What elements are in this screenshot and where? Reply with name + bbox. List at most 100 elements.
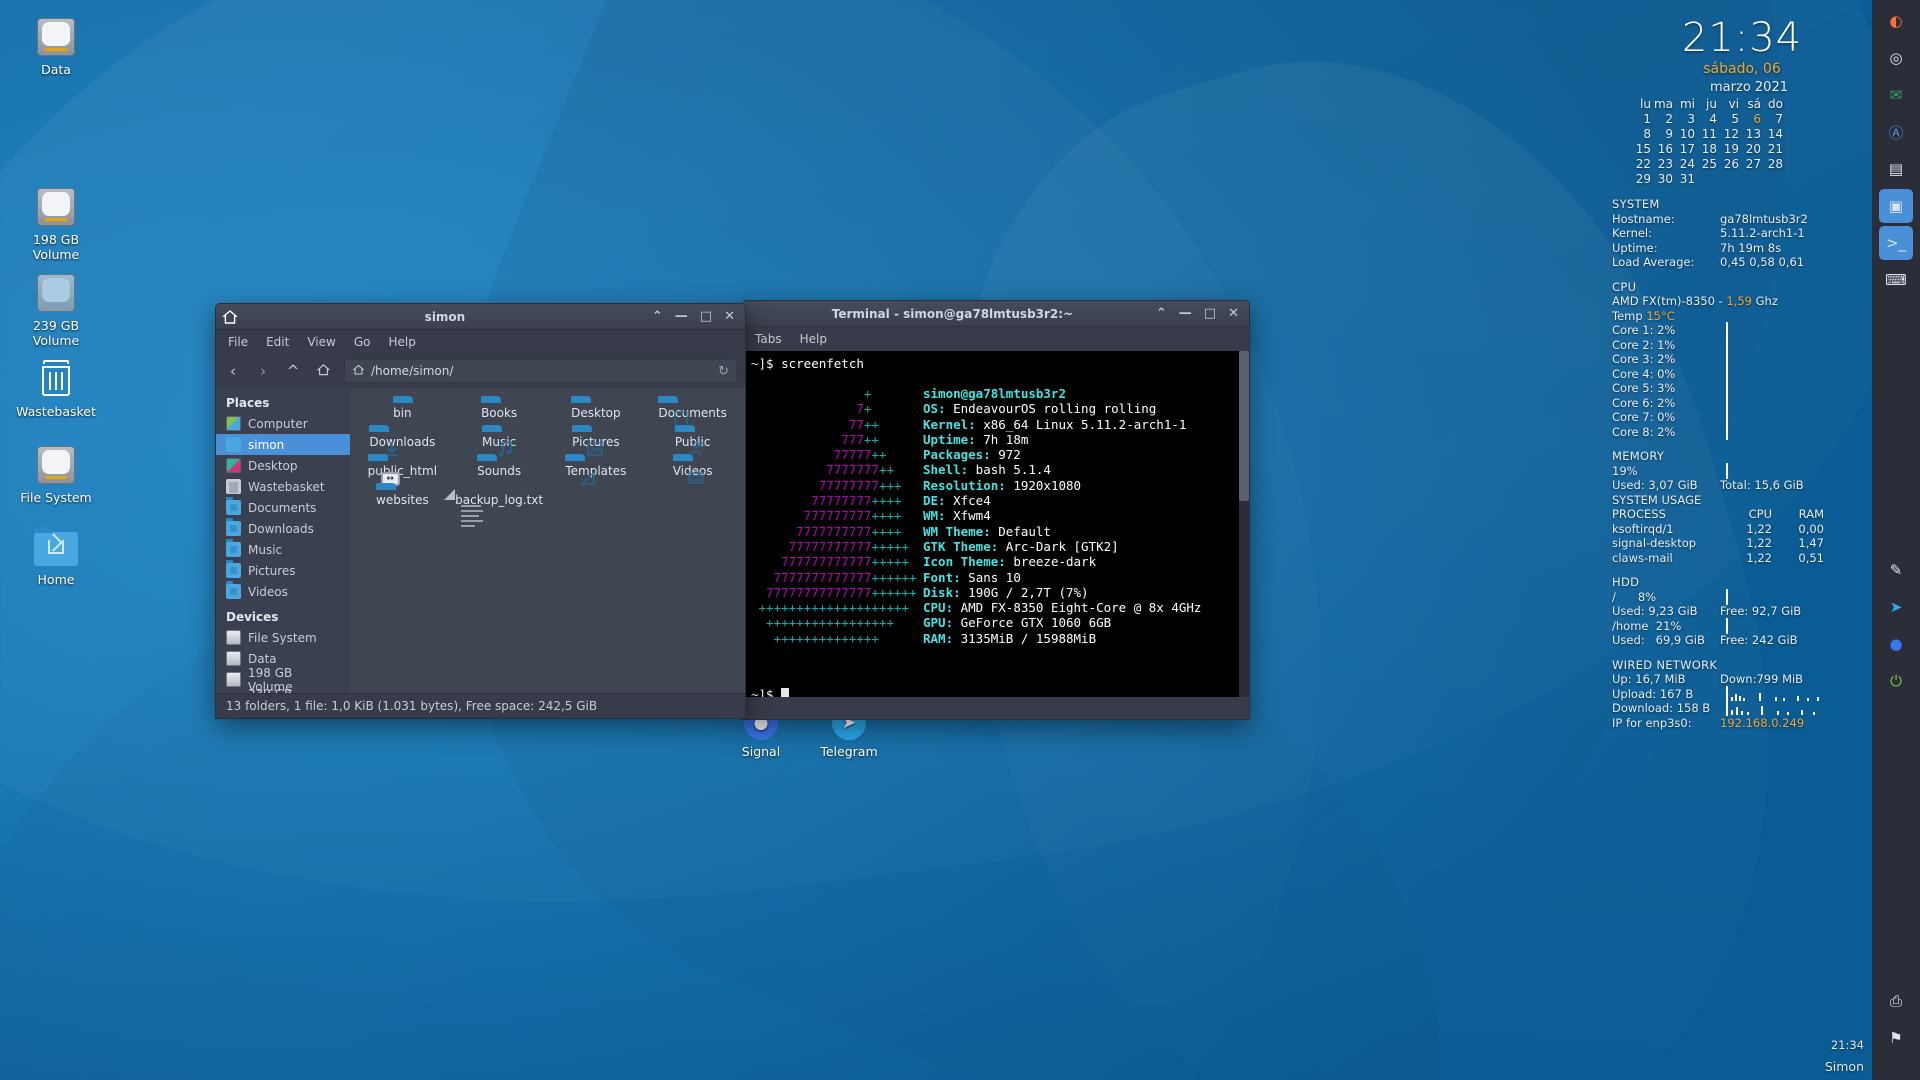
file-item-websites[interactable]: websites	[354, 483, 451, 510]
conky-network-header: WIRED NETWORK	[1612, 657, 1718, 672]
sidebar-item-videos[interactable]: Videos	[216, 581, 350, 602]
desktop-icon-home[interactable]: Home	[2, 527, 110, 587]
file-item-desktop[interactable]: Desktop	[548, 396, 645, 423]
file-manager-pathbar[interactable]: ‹ › ^ /home/simon/ ↻	[216, 354, 745, 388]
forward-icon[interactable]: ›	[254, 362, 272, 380]
conky-memory-usage: Used: 3,07 GiB Total: 15,6 GiB	[1612, 478, 1872, 493]
file-label: websites	[376, 493, 429, 507]
maximize-icon[interactable]: □	[1204, 307, 1216, 320]
parent-icon[interactable]: ^	[284, 362, 302, 380]
reload-icon[interactable]: ↻	[718, 364, 729, 379]
notes-icon[interactable]: ▤	[1879, 152, 1913, 186]
telegram-dock-icon[interactable]: ➤	[1879, 590, 1913, 624]
file-manager-sidebar[interactable]: Places Computer simon Desktop Wastebaske…	[216, 388, 350, 693]
file-item-downloads[interactable]: Downloads	[354, 425, 451, 456]
desktop-icon-filesystem[interactable]: File System	[2, 446, 110, 505]
value: 0,45 0,58 0,61	[1720, 255, 1805, 269]
sidebar-item-documents[interactable]: Documents	[216, 497, 350, 518]
menu-tabs[interactable]: Tabs	[755, 332, 782, 346]
signal-dock-icon[interactable]: ●	[1879, 627, 1913, 661]
terminal2-icon[interactable]: ⌨	[1879, 263, 1913, 297]
terminal-output[interactable]: ~]$ screenfetch + 7+ 77++ 777++ 77777++ …	[743, 351, 1249, 697]
weekday: vi	[1728, 97, 1739, 111]
editor-icon[interactable]: ✎	[1879, 553, 1913, 587]
conky-memory-row: 19%	[1612, 462, 1872, 479]
day: 2	[1665, 112, 1673, 126]
conky-net-totals: Up: 16,7 MiB Down:799 MiB	[1612, 672, 1872, 687]
terminal-menubar[interactable]: Tabs Help	[743, 327, 1249, 351]
sidebar-item-239gb[interactable]: 239 GB Volume	[216, 687, 350, 694]
desktop-icon-wastebasket[interactable]: Wastebasket	[2, 360, 110, 419]
files-icon[interactable]: ▣	[1879, 189, 1913, 223]
file-item-books[interactable]: Books	[451, 396, 548, 423]
memory-total: Total: 15,6 GiB	[1720, 478, 1804, 492]
maximize-icon[interactable]: □	[700, 310, 712, 323]
desktop-icon-198gb[interactable]: 198 GB Volume	[2, 188, 110, 262]
menu-view[interactable]: View	[307, 335, 335, 349]
menu-help[interactable]: Help	[388, 335, 415, 349]
sidebar-item-downloads[interactable]: Downloads	[216, 518, 350, 539]
file-item-backup-log[interactable]: backup_log.txt	[451, 483, 548, 527]
file-item-bin[interactable]: bin	[354, 396, 451, 423]
menu-go[interactable]: Go	[354, 335, 371, 349]
day: 27	[1745, 157, 1761, 171]
home-icon[interactable]	[314, 362, 332, 381]
terminal-prompt[interactable]: ~]$	[751, 687, 790, 697]
shade-icon[interactable]: ⌃	[652, 310, 663, 323]
settings-icon[interactable]: ◎	[1879, 41, 1913, 75]
sidebar-item-desktop[interactable]: Desktop	[216, 455, 350, 476]
file-manager-menubar[interactable]: File Edit View Go Help	[216, 330, 745, 354]
sidebar-item-simon[interactable]: simon	[216, 434, 350, 455]
day	[1696, 172, 1718, 187]
menu-help[interactable]: Help	[800, 332, 827, 346]
file-item-documents[interactable]: Documents	[644, 396, 741, 429]
sidebar-item-music[interactable]: Music	[216, 539, 350, 560]
calendar-week: 8 9 10 11 12 13 14	[1630, 127, 1784, 142]
power-icon[interactable]: ⏻	[1879, 664, 1913, 698]
sidebar-item-pictures[interactable]: Pictures	[216, 560, 350, 581]
file-manager-titlebar[interactable]: simon ⌃ — □ ✕	[216, 304, 745, 330]
core-label: Core 2: 1%	[1612, 337, 1676, 352]
close-icon[interactable]: ✕	[1228, 307, 1239, 320]
menu-edit[interactable]: Edit	[266, 335, 289, 349]
firefox-icon[interactable]: ◐	[1879, 4, 1913, 38]
lock-icon[interactable]: ⎙	[1879, 984, 1913, 1018]
terminal-titlebar[interactable]: Terminal - simon@ga78lmtusb3r2:~ ⌃ — □ ✕	[743, 301, 1249, 327]
sidebar-item-wastebasket[interactable]: Wastebasket	[216, 476, 350, 497]
label: Hostname:	[1612, 211, 1675, 226]
file-manager-window[interactable]: simon ⌃ — □ ✕ File Edit View Go Help ‹ ›…	[215, 303, 746, 719]
file-item-videos[interactable]: Videos	[644, 454, 741, 484]
mail-icon[interactable]: ✉	[1879, 78, 1913, 112]
terminal-scrollbar[interactable]	[1239, 351, 1249, 697]
terminal-icon[interactable]: >_	[1879, 226, 1913, 260]
day: 16	[1657, 142, 1673, 156]
bell-icon[interactable]: ⚑	[1879, 1021, 1913, 1055]
close-icon[interactable]: ✕	[724, 310, 735, 323]
shade-icon[interactable]: ⌃	[1156, 307, 1167, 320]
core-bar	[1726, 380, 1728, 396]
file-item-public[interactable]: Public	[644, 425, 741, 456]
file-label: Desktop	[571, 406, 621, 420]
menu-file[interactable]: File	[228, 335, 248, 349]
file-item-music[interactable]: Music	[451, 425, 548, 457]
temp-value: 15°C	[1646, 308, 1675, 323]
sidebar-item-computer[interactable]: Computer	[216, 413, 350, 434]
dock[interactable]: ◐ ◎ ✉ Ⓐ ▤ ▣ >_ ⌨ ✎ ➤ ● ⏻ ⎙ ⚑	[1872, 0, 1920, 1080]
folder-icon	[226, 560, 241, 578]
back-icon[interactable]: ‹	[224, 362, 242, 380]
folder-icon	[226, 497, 241, 515]
sidebar-item-filesystem[interactable]: File System	[216, 627, 350, 648]
conky-system-monitor: 21:34 sábado, 06 marzo 2021 lu ma mi ju …	[1612, 16, 1872, 730]
desktop-icon-data[interactable]: Data	[2, 18, 110, 77]
minimize-icon[interactable]: —	[1179, 307, 1192, 320]
conky-hdd-root-row: / 8%	[1612, 588, 1872, 605]
file-list[interactable]: bin Books Desktop Documents Downloads Mu…	[350, 388, 745, 693]
file-item-pictures[interactable]: Pictures	[548, 425, 645, 456]
terminal-window[interactable]: Terminal - simon@ga78lmtusb3r2:~ ⌃ — □ ✕…	[742, 300, 1250, 720]
minimize-icon[interactable]: —	[675, 310, 688, 323]
conky-core-row: Core 3: 2%	[1612, 351, 1872, 367]
path-input[interactable]: /home/simon/ ↻	[344, 359, 737, 383]
atom-icon[interactable]: Ⓐ	[1879, 115, 1913, 149]
terminal-command-line: ~]$ screenfetch	[751, 356, 864, 371]
desktop-icon-239gb[interactable]: 239 GB Volume	[2, 274, 110, 348]
